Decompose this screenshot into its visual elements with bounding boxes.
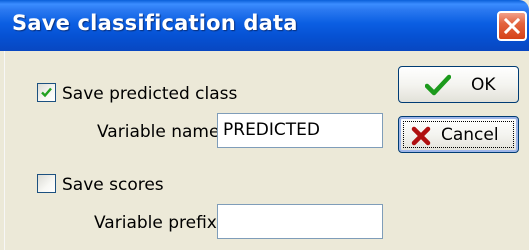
dialog-body: Save predicted class Variable name: PRED… xyxy=(4,51,529,250)
cancel-button-label: Cancel xyxy=(441,125,499,145)
variable-name-label: Variable name: xyxy=(97,122,226,142)
variable-prefix-label: Variable prefix: xyxy=(94,213,223,233)
close-button[interactable] xyxy=(497,11,527,41)
variable-prefix-field[interactable] xyxy=(217,204,383,239)
save-classification-dialog: Save classification data Save predicted … xyxy=(0,0,529,250)
window-title: Save classification data xyxy=(12,11,298,35)
save-predicted-checkbox[interactable] xyxy=(37,83,56,102)
checkmark-icon xyxy=(425,74,451,96)
ok-button-label: OK xyxy=(471,75,496,95)
close-icon xyxy=(503,17,521,35)
save-scores-checkbox[interactable] xyxy=(37,174,56,193)
x-icon xyxy=(411,126,431,146)
save-predicted-label[interactable]: Save predicted class xyxy=(62,84,237,104)
save-scores-label[interactable]: Save scores xyxy=(62,175,164,195)
ok-button[interactable]: OK xyxy=(398,66,519,103)
variable-name-field[interactable]: PREDICTED xyxy=(217,113,383,148)
title-bar[interactable]: Save classification data xyxy=(0,0,529,51)
cancel-button[interactable]: Cancel xyxy=(398,116,519,153)
checkbox-check-icon xyxy=(41,87,52,98)
